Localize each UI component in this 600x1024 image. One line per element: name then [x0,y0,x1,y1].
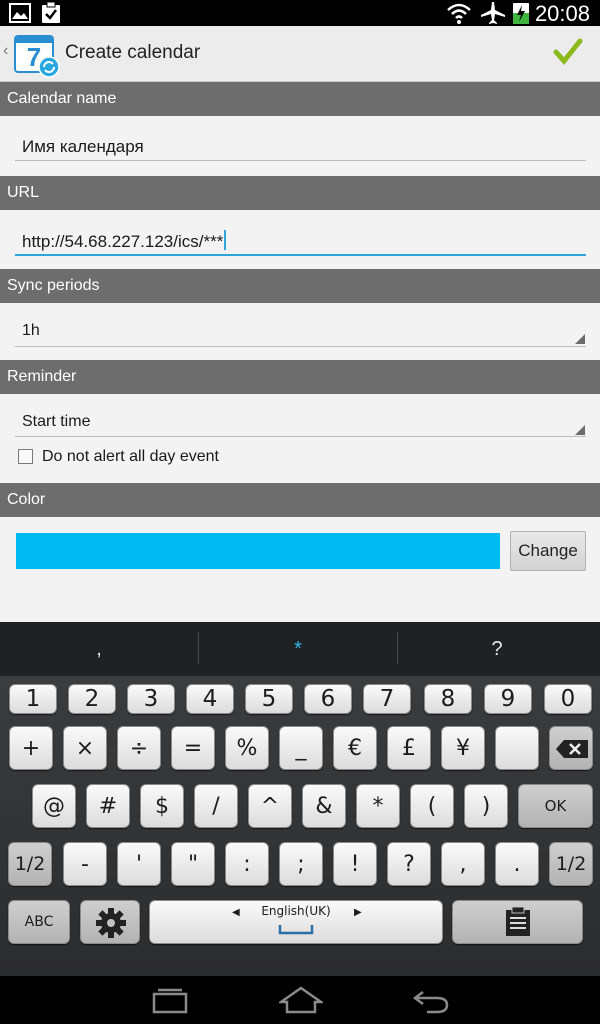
color-header: Color [0,483,600,517]
up-chevron-icon[interactable]: ‹ [3,42,8,60]
backspace-icon [556,740,588,758]
key-exclamation[interactable]: ! [333,842,377,886]
airplane-icon [480,1,506,25]
change-color-button[interactable]: Change [510,531,586,571]
suggestion-item[interactable]: , [0,622,198,676]
recent-apps-icon[interactable] [150,988,190,1014]
key-6[interactable]: 6 [304,684,352,714]
key-9[interactable]: 9 [484,684,532,714]
key-euro[interactable]: € [333,726,377,770]
key-multiply[interactable]: × [63,726,107,770]
sync-periods-spinner[interactable]: 1h [22,322,40,340]
settings-key[interactable] [80,900,140,944]
key-8[interactable]: 8 [424,684,472,714]
spinner-arrow-icon[interactable] [575,334,585,344]
page-toggle-key-left[interactable]: 1/2 [8,842,52,886]
navigation-bar [0,976,600,1024]
key-open-paren[interactable]: ( [410,784,454,828]
key-semicolon[interactable]: ; [279,842,323,886]
key-ampersand[interactable]: & [302,784,346,828]
space-language-label: English(UK) [261,904,331,918]
key-4[interactable]: 4 [186,684,234,714]
ok-key[interactable]: OK [518,784,593,828]
url-input[interactable]: http://54.68.227.123/ics/*** [22,230,227,252]
status-bar: 20:08 [0,0,600,26]
key-0[interactable]: 0 [544,684,592,714]
clipboard-icon [506,907,530,936]
all-day-checkbox-label[interactable]: Do not alert all day event [42,448,219,466]
symbol-keyboard: 1 2 3 4 5 6 7 8 9 0 + × ÷ = % _ € £ ¥ @ … [0,676,600,976]
action-bar: ‹ 7 Create calendar [0,26,600,82]
page-title: Create calendar [65,42,201,63]
reminder-underline [15,436,586,437]
color-swatch [16,533,500,569]
back-icon[interactable] [413,988,449,1014]
abc-key[interactable]: ABC [8,900,70,944]
space-bar-icon [278,925,314,935]
key-yen[interactable]: ¥ [441,726,485,770]
key-comma[interactable]: , [441,842,485,886]
clock: 20:08 [534,1,590,26]
suggestion-item[interactable]: ? [398,622,596,676]
calendar-name-header: Calendar name [0,82,600,116]
reminder-header: Reminder [0,360,600,394]
all-day-checkbox[interactable] [18,449,33,464]
key-close-paren[interactable]: ) [464,784,508,828]
key-3[interactable]: 3 [127,684,175,714]
key-dollar[interactable]: $ [140,784,184,828]
calendar-7-sync-icon[interactable]: 7 [14,34,60,78]
create-calendar-form: Calendar name Имя календаря URL http://5… [0,82,600,622]
url-underline [15,254,586,256]
space-key[interactable]: ◀ English(UK) ▶ [149,900,443,944]
key-1[interactable]: 1 [9,684,57,714]
key-colon[interactable]: : [225,842,269,886]
key-plus[interactable]: + [9,726,53,770]
key-equals[interactable]: = [171,726,215,770]
suggestion-item[interactable]: * [199,622,397,676]
language-right-arrow-icon: ▶ [354,907,362,918]
key-minus[interactable]: - [63,842,107,886]
key-slash[interactable]: / [194,784,238,828]
calendar-name-input[interactable]: Имя календаря [22,137,144,157]
clipboard-key[interactable] [452,900,583,944]
key-question[interactable]: ? [387,842,431,886]
home-icon[interactable] [279,986,323,1014]
key-at[interactable]: @ [32,784,76,828]
wifi-icon [446,2,472,24]
suggestion-strip: , * ? [0,622,600,676]
key-quote[interactable]: " [171,842,215,886]
key-2[interactable]: 2 [68,684,116,714]
key-percent[interactable]: % [225,726,269,770]
key-blank[interactable] [495,726,539,770]
calendar-name-underline [15,160,586,161]
battery-charging-icon [513,3,529,24]
page-toggle-key-right[interactable]: 1/2 [549,842,593,886]
backspace-key[interactable] [549,726,593,770]
key-underscore[interactable]: _ [279,726,323,770]
key-7[interactable]: 7 [363,684,411,714]
image-icon [9,3,31,23]
spinner-arrow-icon[interactable] [575,425,585,435]
key-5[interactable]: 5 [245,684,293,714]
text-cursor [224,230,227,250]
key-asterisk[interactable]: * [356,784,400,828]
reminder-spinner[interactable]: Start time [22,413,90,431]
key-caret[interactable]: ^ [248,784,292,828]
key-pound[interactable]: £ [387,726,431,770]
sync-periods-header: Sync periods [0,269,600,303]
key-period[interactable]: . [495,842,539,886]
checkmark-icon[interactable] [553,38,583,66]
clipboard-check-icon [40,1,62,24]
key-hash[interactable]: # [86,784,130,828]
key-apostrophe[interactable]: ' [117,842,161,886]
sync-periods-underline [15,346,586,347]
url-header: URL [0,176,600,210]
url-value: http://54.68.227.123/ics/*** [22,232,224,251]
gear-icon [96,908,126,938]
key-divide[interactable]: ÷ [117,726,161,770]
